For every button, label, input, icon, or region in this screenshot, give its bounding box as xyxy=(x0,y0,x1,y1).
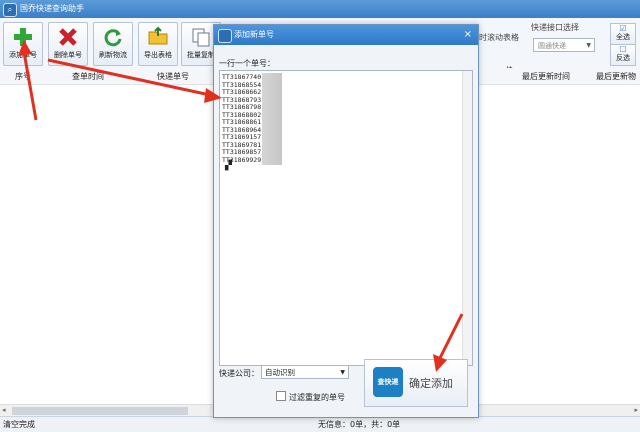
dialog-logo-icon xyxy=(218,29,232,43)
refresh-icon xyxy=(104,29,122,47)
add-number-label: 添加单号 xyxy=(9,51,37,59)
chevron-down-icon: ▼ xyxy=(340,369,345,376)
status-message: 清空完成 xyxy=(3,420,35,429)
search-logo-icon: 查快递 xyxy=(373,367,403,397)
text-cursor-icon: ▞ xyxy=(225,161,232,171)
invert-selection-button[interactable]: ☐ 反选 xyxy=(610,44,636,66)
dialog-titlebar: 添加新单号 × xyxy=(214,25,478,45)
invert-label: 反选 xyxy=(616,54,630,62)
column-header-index[interactable]: 序号 xyxy=(15,71,31,82)
delete-number-button[interactable]: 删除单号 xyxy=(48,22,88,66)
refresh-logistics-button[interactable]: 刷新物流 xyxy=(93,22,133,66)
column-header-last-update-info[interactable]: 最后更新物 xyxy=(596,71,636,82)
folder-export-icon xyxy=(148,26,168,45)
interface-dropdown[interactable]: 圆通快递 ▼ xyxy=(533,38,595,52)
confirm-add-button[interactable]: 查快递 确定添加 xyxy=(364,359,468,407)
app-titlebar: ⌕ 国乔快递查询助手 xyxy=(0,0,640,18)
chevron-down-icon: ▼ xyxy=(586,42,591,49)
scroll-left-icon[interactable]: ◂ xyxy=(2,406,6,414)
scrollbar-thumb[interactable] xyxy=(12,407,188,415)
scroll-right-icon[interactable]: ▸ xyxy=(634,406,638,414)
courier-company-label: 快递公司： xyxy=(219,369,259,378)
refresh-logistics-label: 刷新物流 xyxy=(99,51,127,59)
dedupe-label: 过滤重复的单号 xyxy=(289,393,345,402)
courier-company-select[interactable]: 自动识别 ▼ xyxy=(261,365,349,379)
column-header-tracking-number[interactable]: 快递单号 xyxy=(157,71,189,82)
add-number-button[interactable]: 添加单号 xyxy=(3,22,43,66)
close-icon[interactable]: × xyxy=(464,25,472,45)
courier-company-value: 自动识别 xyxy=(265,368,295,377)
status-bar: 清空完成 无信息：0单，共：0单 xyxy=(0,416,640,432)
interface-select-label: 快递接口选择 xyxy=(531,23,579,32)
confirm-add-label: 确定添加 xyxy=(409,377,453,390)
export-table-label: 导出表格 xyxy=(144,51,172,59)
invert-icon: ☐ xyxy=(619,45,627,54)
checkbox-icon: ☑ xyxy=(619,24,627,33)
dedupe-checkbox[interactable]: 过滤重复的单号 xyxy=(276,391,345,403)
column-header-query-time[interactable]: 查单时间 xyxy=(72,71,104,82)
auto-scroll-label: 时滚动表格 xyxy=(479,33,519,42)
textarea-scrollbar[interactable] xyxy=(462,71,472,365)
status-counts: 无信息：0单，共：0单 xyxy=(318,420,401,429)
copy-icon xyxy=(192,28,210,47)
app-logo-icon: ⌕ xyxy=(3,3,17,17)
delete-x-icon xyxy=(59,28,77,46)
dialog-prompt: 一行一个单号： xyxy=(219,59,275,68)
app-title: 国乔快递查询助手 xyxy=(20,4,84,13)
checkbox-box[interactable] xyxy=(276,391,286,401)
plus-icon xyxy=(14,28,32,46)
tracking-numbers-textarea[interactable]: TT31867740 TT31868554 TT31868662 TT31868… xyxy=(219,70,473,366)
interface-value: 圆通快递 xyxy=(538,42,566,50)
delete-number-label: 删除单号 xyxy=(54,51,82,59)
select-all-label: 全选 xyxy=(616,33,630,41)
export-table-button[interactable]: 导出表格 xyxy=(138,22,178,66)
dialog-title: 添加新单号 xyxy=(234,30,274,39)
redaction-blur xyxy=(262,73,282,165)
select-all-button[interactable]: ☑ 全选 xyxy=(610,23,636,45)
column-header-last-update-time[interactable]: 最后更新时间 xyxy=(522,71,570,82)
add-number-dialog: 添加新单号 × 一行一个单号： TT31867740 TT31868554 TT… xyxy=(213,24,479,418)
